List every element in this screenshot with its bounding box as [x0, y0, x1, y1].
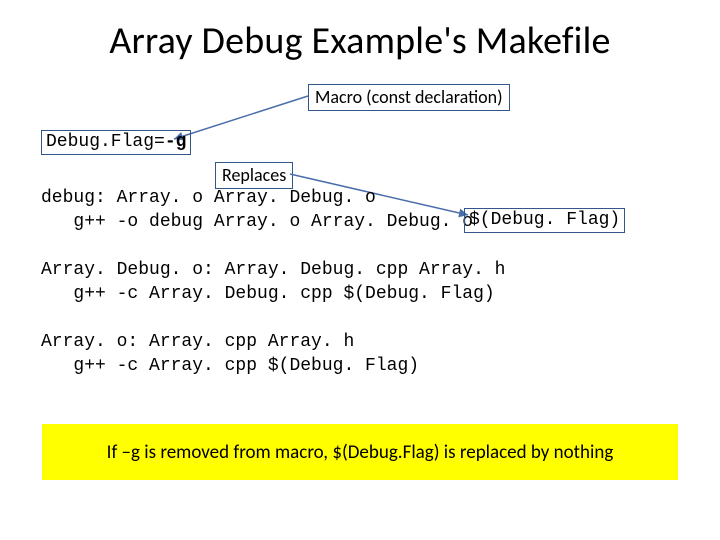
debug-flag-usage-box: $(Debug. Flag)	[464, 208, 625, 233]
flag-value: -g	[165, 132, 187, 152]
code-block-debug: debug: Array. o Array. Debug. o g++ -o d…	[41, 186, 473, 234]
code-line: Array. o: Array. cpp Array. h	[41, 332, 354, 352]
flag-name: Debug.Flag=	[46, 132, 165, 152]
slide: Array Debug Example's Makefile Macro (co…	[0, 0, 720, 540]
code-block-array-o: Array. o: Array. cpp Array. h g++ -c Arr…	[41, 330, 419, 378]
code-line: Array. Debug. o: Array. Debug. cpp Array…	[41, 260, 505, 280]
code-line: debug: Array. o Array. Debug. o	[41, 188, 376, 208]
callout-replaces: Replaces	[215, 162, 293, 189]
code-line: g++ -c Array. cpp $(Debug. Flag)	[41, 356, 419, 376]
callout-macro: Macro (const declaration)	[308, 84, 510, 111]
code-line: g++ -c Array. Debug. cpp $(Debug. Flag)	[41, 284, 495, 304]
code-block-array-debug-o: Array. Debug. o: Array. Debug. cpp Array…	[41, 258, 505, 306]
slide-title: Array Debug Example's Makefile	[0, 18, 720, 64]
highlight-note-text: If –g is removed from macro, $(Debug.Fla…	[107, 441, 614, 464]
code-line: g++ -o debug Array. o Array. Debug. o	[41, 212, 473, 232]
flag-definition-box: Debug.Flag=-g	[41, 130, 191, 155]
highlight-note: If –g is removed from macro, $(Debug.Fla…	[42, 424, 678, 480]
